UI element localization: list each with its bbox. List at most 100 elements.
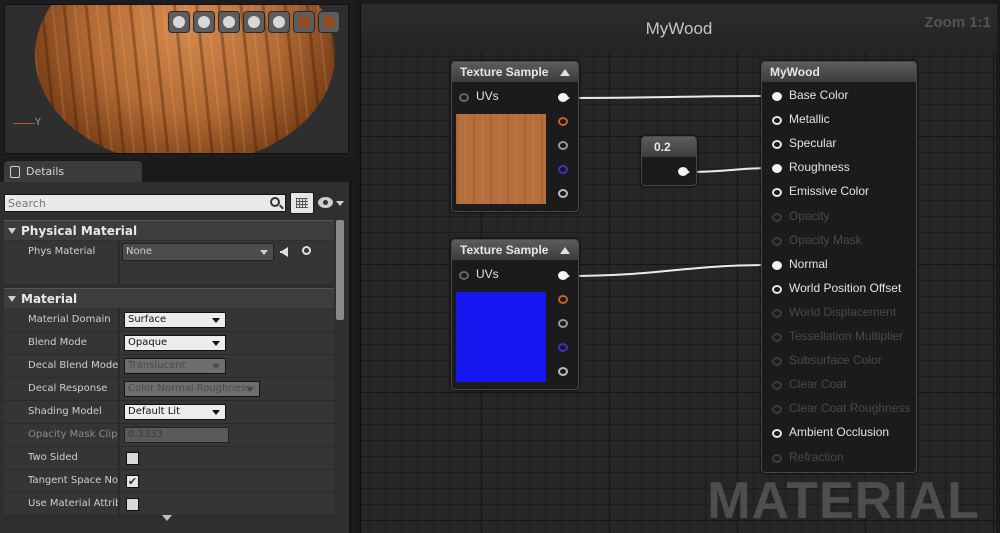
a-output-pin[interactable] bbox=[558, 367, 568, 376]
preview-viewport[interactable]: Y bbox=[4, 4, 349, 154]
prop-label: Opacity Mask Clip bbox=[28, 429, 118, 440]
a-output-pin[interactable] bbox=[558, 189, 568, 198]
shading-model-dropdown[interactable]: Default Lit bbox=[124, 404, 226, 420]
grid-icon[interactable] bbox=[293, 11, 315, 33]
material-input-label: Metallic bbox=[789, 112, 830, 127]
material-input-pin[interactable] bbox=[772, 164, 782, 174]
constant-value[interactable]: 0.2 bbox=[642, 137, 696, 157]
chevron-down-icon bbox=[246, 387, 254, 392]
prop-row-shading-model: Shading Model Default Lit bbox=[4, 401, 334, 424]
left-panel: Y Details Search Physical Material Phys … bbox=[0, 0, 355, 533]
field-value: 0.3333 bbox=[128, 429, 163, 440]
prop-label: Material Domain bbox=[28, 314, 111, 325]
material-input-pin[interactable] bbox=[772, 260, 782, 270]
prop-label: Decal Response bbox=[28, 383, 108, 394]
g-output-pin[interactable] bbox=[558, 319, 568, 328]
divider bbox=[118, 424, 120, 447]
texture-preview bbox=[456, 292, 546, 382]
axis-y-label: Y bbox=[35, 117, 42, 128]
prop-row-two-sided: Two Sided bbox=[4, 447, 334, 470]
constant-output-pin[interactable] bbox=[678, 167, 690, 176]
cube-icon[interactable] bbox=[243, 11, 265, 33]
search-input[interactable] bbox=[4, 194, 286, 212]
mesh-icon[interactable] bbox=[268, 11, 290, 33]
category-material[interactable]: Material bbox=[4, 288, 334, 308]
prop-label: Phys Material bbox=[28, 246, 96, 257]
category-physical-material[interactable]: Physical Material bbox=[4, 220, 334, 240]
prop-row-material-domain: Material Domain Surface bbox=[4, 309, 334, 332]
dropdown-value: Color Normal Roughness bbox=[128, 383, 252, 394]
details-scrollbar[interactable] bbox=[336, 220, 344, 320]
material-input-pin[interactable] bbox=[772, 188, 782, 198]
chevron-down-icon bbox=[212, 364, 220, 369]
cylinder-icon[interactable] bbox=[168, 11, 190, 33]
chevron-down-icon bbox=[212, 318, 220, 323]
tab-details[interactable]: Details bbox=[4, 161, 142, 182]
opacity-mask-clip-field: 0.3333 bbox=[124, 427, 229, 443]
chevron-down-icon bbox=[8, 227, 16, 234]
texture-preview bbox=[456, 114, 546, 204]
node-header[interactable]: MyWood bbox=[762, 62, 916, 82]
material-result-node[interactable]: MyWood Base Color Metallic Specular Roughne… bbox=[761, 61, 917, 473]
dropdown-value: Opaque bbox=[128, 337, 168, 348]
collapse-arrow-icon[interactable] bbox=[560, 247, 570, 254]
details-panel: Physical Material Phys Material None Mat… bbox=[0, 182, 352, 533]
category-label: Physical Material bbox=[21, 223, 138, 238]
material-graph[interactable]: MyWood Zoom 1:1 Texture Sample UVs Textu… bbox=[360, 4, 997, 533]
material-input-pin bbox=[772, 236, 782, 246]
plane-icon[interactable] bbox=[218, 11, 240, 33]
material-input-label: Base Color bbox=[789, 88, 849, 102]
g-output-pin[interactable] bbox=[558, 141, 568, 150]
r-output-pin[interactable] bbox=[558, 295, 568, 304]
wire-normal bbox=[567, 264, 774, 277]
r-output-pin[interactable] bbox=[558, 117, 568, 126]
chevron-down-icon[interactable] bbox=[336, 201, 344, 206]
search-row bbox=[4, 192, 344, 214]
divider bbox=[118, 378, 120, 401]
rgb-output-pin[interactable] bbox=[558, 271, 570, 280]
material-input-pin[interactable] bbox=[772, 140, 782, 150]
texture-sample-node[interactable]: Texture Sample UVs bbox=[451, 61, 579, 212]
blend-mode-dropdown[interactable]: Opaque bbox=[124, 335, 226, 351]
material-input-label: Tessellation Multiplier bbox=[789, 329, 904, 343]
sphere-icon[interactable] bbox=[193, 11, 215, 33]
browse-search-icon[interactable] bbox=[302, 246, 311, 255]
divider bbox=[118, 241, 120, 285]
rgb-output-pin[interactable] bbox=[558, 93, 570, 102]
eye-icon[interactable] bbox=[318, 197, 333, 208]
uvs-input-pin[interactable] bbox=[459, 271, 469, 280]
material-domain-dropdown[interactable]: Surface bbox=[124, 312, 226, 328]
tab-details-label: Details bbox=[26, 165, 65, 178]
material-input-pin[interactable] bbox=[772, 284, 782, 294]
constant-node[interactable]: 0.2 bbox=[641, 136, 697, 186]
property-matrix-button[interactable] bbox=[290, 192, 314, 214]
use-selected-arrow-icon[interactable] bbox=[280, 247, 288, 257]
uvs-input-pin[interactable] bbox=[459, 93, 469, 102]
table-icon bbox=[296, 198, 308, 208]
realtime-icon[interactable] bbox=[318, 11, 340, 33]
material-input-pin[interactable] bbox=[772, 429, 782, 439]
prop-row-opacity-mask-clip: Opacity Mask Clip 0.3333 bbox=[4, 424, 334, 447]
prop-label: Tangent Space Nor bbox=[28, 475, 118, 486]
phys-material-dropdown[interactable]: None bbox=[122, 243, 274, 261]
material-input-label: Roughness bbox=[789, 160, 850, 175]
tangent-space-normal-checkbox[interactable]: ✔ bbox=[126, 475, 139, 488]
prop-label: Two Sided bbox=[28, 452, 78, 463]
texture-sample-node[interactable]: Texture Sample UVs bbox=[451, 239, 579, 390]
material-input-pin bbox=[772, 453, 782, 463]
material-input-pin[interactable] bbox=[772, 116, 782, 126]
collapse-arrow-icon[interactable] bbox=[560, 69, 570, 76]
two-sided-checkbox[interactable] bbox=[126, 452, 139, 465]
use-material-attributes-checkbox[interactable] bbox=[126, 498, 139, 511]
b-output-pin[interactable] bbox=[558, 343, 568, 352]
pin-label: UVs bbox=[476, 89, 499, 103]
node-title: Texture Sample bbox=[460, 243, 549, 257]
material-input-pin[interactable] bbox=[772, 92, 782, 101]
prop-label: Use Material Attrib bbox=[28, 498, 118, 509]
material-input-pin bbox=[772, 333, 782, 342]
divider bbox=[118, 447, 120, 470]
scroll-down-icon[interactable] bbox=[162, 515, 172, 521]
node-header[interactable]: Texture Sample bbox=[452, 62, 578, 82]
node-header[interactable]: Texture Sample bbox=[452, 240, 578, 260]
b-output-pin[interactable] bbox=[558, 165, 568, 174]
